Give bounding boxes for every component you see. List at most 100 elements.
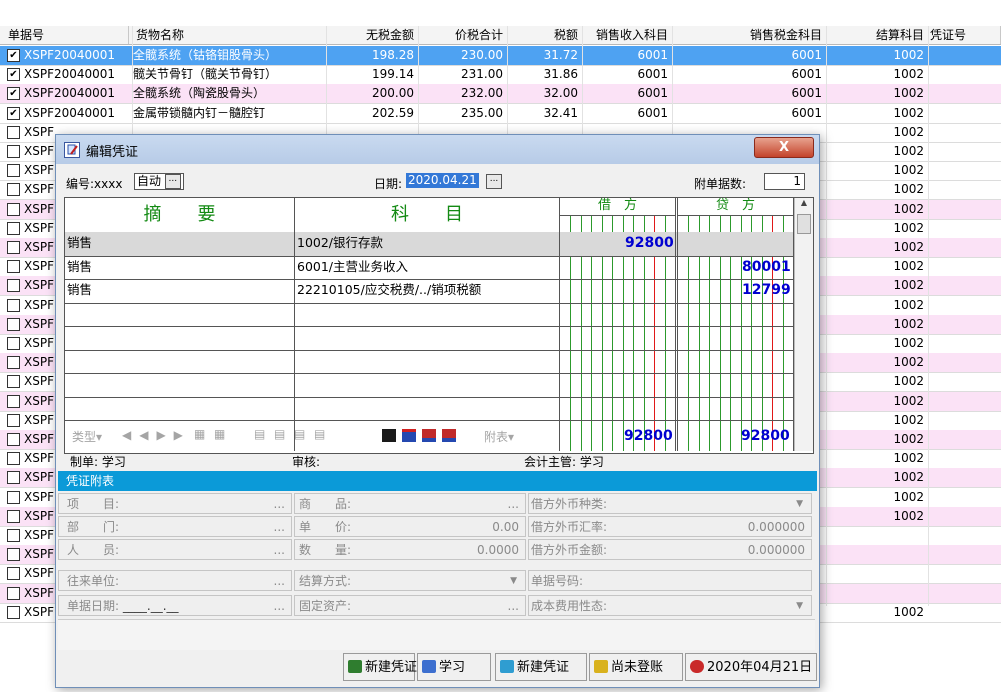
row-checkbox[interactable]: [7, 145, 20, 158]
doc-date-field[interactable]: 单据日期: ____.__.__...: [58, 595, 292, 616]
attach-table-dropdown[interactable]: 附表▾: [484, 428, 514, 445]
entry-debit-amount[interactable]: 92800: [625, 232, 674, 254]
header-total[interactable]: 价税合计: [418, 26, 508, 44]
save-icon[interactable]: [382, 429, 396, 442]
add-entry-icon[interactable]: [422, 429, 436, 442]
partner-ellipsis-icon[interactable]: ...: [274, 571, 285, 590]
cost-type-dropdown-icon[interactable]: ▼: [796, 596, 803, 615]
attachment-count-input[interactable]: 1: [764, 173, 805, 190]
item-ellipsis-icon[interactable]: ...: [274, 494, 285, 513]
entry-row[interactable]: 销售 6001/主营业务收入 80001: [65, 256, 794, 280]
header-tax[interactable]: 税额: [507, 26, 583, 44]
grid-scrollbar[interactable]: ▲: [794, 198, 813, 451]
header-amount-notax[interactable]: 无税金额: [326, 26, 419, 44]
row-checkbox[interactable]: [7, 567, 20, 581]
entry-row[interactable]: [65, 326, 794, 350]
row-checkbox[interactable]: [7, 298, 20, 312]
scroll-up-icon[interactable]: ▲: [795, 198, 813, 212]
staff-field[interactable]: 人 员:...: [58, 539, 292, 560]
entry-row[interactable]: [65, 397, 794, 421]
dialog-titlebar[interactable]: 编辑凭证 X: [56, 135, 819, 164]
balance-icon[interactable]: ▤: [294, 427, 305, 441]
entry-row[interactable]: [65, 303, 794, 327]
partner-field[interactable]: 往来单位:...: [58, 570, 292, 591]
table-row[interactable]: ✔ XSPF20040001 髋关节骨钉（髋关节骨钉） 199.14 231.00 31.…: [0, 65, 1001, 86]
date-input[interactable]: 2020.04.21: [406, 173, 479, 188]
date-picker-icon[interactable]: ...: [486, 174, 502, 189]
row-checkbox[interactable]: [7, 317, 20, 331]
record-nav-icons[interactable]: ◀◀▶▶: [122, 428, 191, 442]
type-dropdown[interactable]: 类型▾: [72, 428, 102, 445]
ellipsis-icon[interactable]: ...: [164, 174, 181, 189]
row-checkbox[interactable]: [7, 605, 20, 619]
entry-row[interactable]: [65, 373, 794, 397]
entry-row[interactable]: [65, 350, 794, 374]
settle-dropdown-icon[interactable]: ▼: [510, 571, 517, 590]
dept-ellipsis-icon[interactable]: ...: [274, 517, 285, 536]
doc-date-ellipsis-icon[interactable]: ...: [274, 596, 285, 615]
table-row[interactable]: ✔ XSPF20040001 金属带锁髓内钉－髓腔钉 202.59 235.00 32.4…: [0, 104, 1001, 124]
cost-type-field[interactable]: 成本费用性态: ▼: [528, 595, 812, 616]
goods-field[interactable]: 商 品:...: [294, 493, 526, 514]
scroll-thumb[interactable]: [797, 214, 811, 234]
dept-field[interactable]: 部 门:...: [58, 516, 292, 537]
table-row[interactable]: ✔ XSPF20040001 全髋系统（陶瓷股骨头） 200.00 232.00 32.0…: [0, 84, 1001, 105]
entry-summary-cell[interactable]: 销售: [67, 232, 292, 254]
paste-row-icon[interactable]: ▤: [274, 427, 285, 441]
row-checkbox[interactable]: [7, 471, 20, 485]
fixed-asset-field[interactable]: 固定资产:...: [294, 595, 526, 616]
row-checkbox[interactable]: ✔: [7, 106, 20, 120]
fx-rate-field[interactable]: 借方外币汇率: 0.000000: [528, 516, 812, 537]
header-settle-account[interactable]: 结算科目: [826, 26, 929, 44]
entry-row[interactable]: 销售 22210105/应交税费/../销项税额 12799: [65, 279, 794, 303]
row-checkbox[interactable]: [7, 548, 20, 562]
row-checkbox[interactable]: [7, 164, 20, 178]
close-button[interactable]: X: [754, 137, 814, 158]
table-row[interactable]: ✔ XSPF20040001 全髋系统（钴铬钼股骨头） 198.28 230.00 31.…: [0, 46, 1001, 66]
header-doc-no[interactable]: 单据号: [8, 26, 129, 44]
staff-ellipsis-icon[interactable]: ...: [274, 540, 285, 559]
row-checkbox[interactable]: [7, 452, 20, 466]
entry-subject-cell[interactable]: 6001/主营业务收入: [297, 256, 557, 278]
print-icon[interactable]: [402, 429, 416, 442]
row-checkbox[interactable]: [7, 356, 20, 370]
goods-ellipsis-icon[interactable]: ...: [508, 494, 519, 513]
row-checkbox[interactable]: [7, 490, 20, 504]
row-checkbox[interactable]: [7, 221, 20, 235]
header-voucher-no[interactable]: 凭证号: [928, 26, 1001, 44]
entry-summary-cell[interactable]: 销售: [67, 256, 292, 278]
header-goods-name[interactable]: 货物名称: [136, 26, 327, 44]
entry-subject-cell[interactable]: 1002/银行存款: [297, 232, 557, 254]
settle-method-field[interactable]: 结算方式: ▼: [294, 570, 526, 591]
header-tax-account[interactable]: 销售税金科目: [672, 26, 827, 44]
row-checkbox[interactable]: [7, 183, 20, 197]
row-checkbox[interactable]: ✔: [7, 87, 20, 101]
row-checkbox[interactable]: ✔: [7, 49, 20, 62]
entry-row[interactable]: 销售 1002/银行存款 92800: [65, 232, 794, 256]
fixed-asset-ellipsis-icon[interactable]: ...: [508, 596, 519, 615]
entry-subject-cell[interactable]: 22210105/应交税费/../销项税额: [297, 279, 557, 301]
row-checkbox[interactable]: [7, 125, 20, 139]
fx-type-dropdown-icon[interactable]: ▼: [796, 494, 803, 513]
row-checkbox[interactable]: [7, 241, 20, 254]
row-checkbox[interactable]: [7, 260, 20, 274]
row-checkbox[interactable]: [7, 202, 20, 216]
delete-row-icon[interactable]: ▦: [214, 427, 225, 441]
item-field[interactable]: 项 目:...: [58, 493, 292, 514]
insert-row-icon[interactable]: ▦: [194, 427, 205, 441]
doc-number-field[interactable]: 单据号码:: [528, 570, 812, 591]
fx-type-field[interactable]: 借方外币种类: ▼: [528, 493, 812, 514]
entry-credit-amount[interactable]: 12799: [742, 279, 791, 301]
voucher-number-mode[interactable]: 自动 ...: [134, 173, 184, 190]
row-checkbox[interactable]: [7, 375, 20, 389]
row-checkbox[interactable]: [7, 394, 20, 408]
delete-entry-icon[interactable]: [442, 429, 456, 442]
row-checkbox[interactable]: [7, 279, 20, 293]
header-revenue-account[interactable]: 销售收入科目: [582, 26, 673, 44]
row-checkbox[interactable]: [7, 337, 20, 350]
row-checkbox[interactable]: [7, 433, 20, 446]
qty-field[interactable]: 数 量: 0.0000: [294, 539, 526, 560]
row-checkbox[interactable]: [7, 586, 20, 600]
fx-amount-field[interactable]: 借方外币金额: 0.000000: [528, 539, 812, 560]
row-checkbox[interactable]: [7, 529, 20, 542]
